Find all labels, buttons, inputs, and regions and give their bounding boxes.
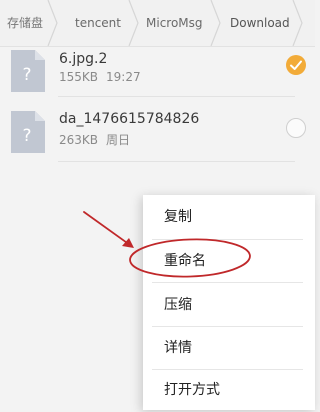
file-meta: 155KB 19:27: [59, 70, 141, 84]
menu-item-label: 重命名: [164, 253, 206, 269]
menu-item-label: 压缩: [164, 297, 192, 313]
annotation-arrow-icon: [83, 211, 134, 248]
checkmark-icon: [290, 60, 302, 70]
menu-item-label: 打开方式: [164, 382, 220, 398]
file-name: 6.jpg.2: [59, 51, 108, 67]
svg-text:?: ?: [22, 65, 31, 85]
menu-item-open-with[interactable]: 打开方式: [143, 368, 315, 412]
file-unknown-icon: ?: [11, 50, 45, 92]
breadcrumb-separator-icon: [126, 0, 140, 46]
menu-item-label: 详情: [164, 340, 192, 356]
row-divider: [58, 96, 295, 97]
menu-item-compress[interactable]: 压缩: [143, 283, 315, 327]
breadcrumb-separator-icon: [45, 0, 59, 46]
breadcrumb-item-download[interactable]: Download: [230, 0, 290, 46]
context-menu: 复制 重命名 压缩 详情 打开方式: [143, 195, 315, 410]
file-size: 155KB: [59, 70, 99, 84]
file-unknown-icon: ?: [11, 111, 45, 153]
menu-item-copy[interactable]: 复制: [143, 195, 315, 239]
breadcrumb-separator-icon: [208, 0, 222, 46]
menu-item-label: 复制: [164, 209, 192, 225]
menu-item-details[interactable]: 详情: [143, 326, 315, 370]
svg-text:?: ?: [22, 126, 31, 146]
file-row[interactable]: ? da_1476615784826 263KB 周日: [0, 104, 315, 166]
file-name: da_1476615784826: [59, 111, 200, 127]
breadcrumb-separator-icon: [290, 0, 304, 46]
unselected-checkbox[interactable]: [286, 118, 306, 138]
file-size: 263KB: [59, 133, 99, 147]
file-time: 周日: [106, 133, 131, 147]
breadcrumb-item-tencent[interactable]: tencent: [75, 0, 121, 46]
breadcrumb: 存储盘 tencent MicroMsg Download: [0, 0, 315, 47]
file-row[interactable]: ? 6.jpg.2 155KB 19:27: [0, 47, 315, 109]
file-meta: 263KB 周日: [59, 131, 130, 148]
row-divider: [58, 161, 295, 162]
selected-checkbox[interactable]: [286, 55, 306, 75]
file-time: 19:27: [106, 70, 141, 84]
breadcrumb-item-micromsg[interactable]: MicroMsg: [146, 0, 203, 46]
breadcrumb-item-storage[interactable]: 存储盘: [7, 0, 43, 46]
menu-item-rename[interactable]: 重命名: [143, 239, 315, 283]
